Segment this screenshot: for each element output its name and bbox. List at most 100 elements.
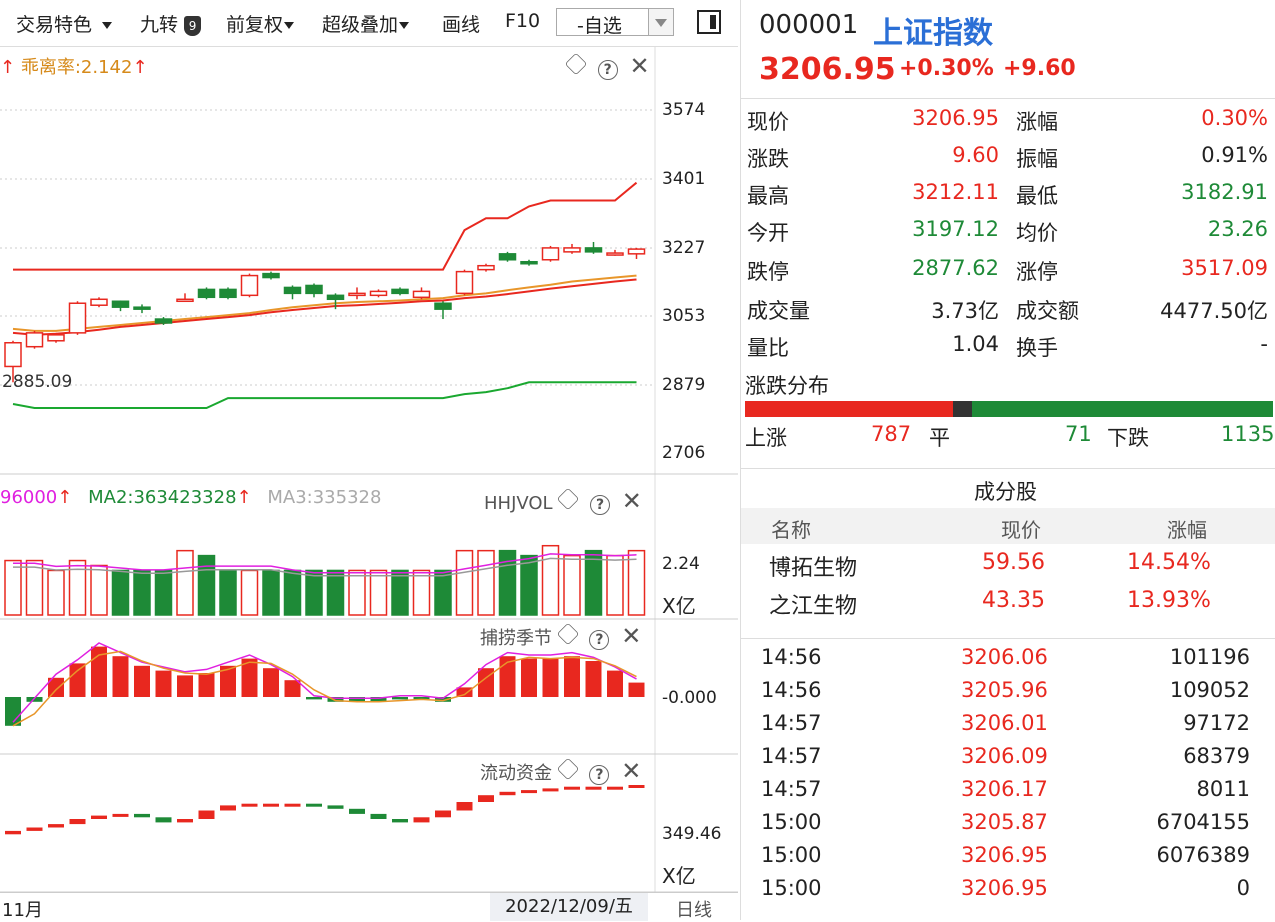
nine-badge-icon: 9 bbox=[184, 15, 202, 36]
fuquan-label: 前复权 bbox=[226, 14, 284, 36]
settings-icon[interactable] bbox=[556, 622, 580, 646]
volume-bar bbox=[584, 549, 603, 616]
panel-layout-icon[interactable] bbox=[697, 10, 721, 34]
close-icon[interactable]: ✕ bbox=[621, 622, 641, 650]
help-icon[interactable]: ? bbox=[590, 495, 611, 515]
season-panel-controls: 捕捞季节 ? ✕ bbox=[480, 622, 641, 650]
col-name[interactable]: 名称 bbox=[771, 514, 811, 543]
quote-value: 4477.50亿 bbox=[1160, 299, 1268, 323]
candle-body bbox=[154, 318, 173, 324]
fuquan-menu[interactable]: 前复权 bbox=[226, 10, 295, 37]
stock-name[interactable]: 上证指数 bbox=[873, 8, 993, 52]
flow-indicator-name[interactable]: 流动资金 bbox=[480, 763, 552, 784]
help-icon[interactable]: ? bbox=[589, 630, 610, 650]
quote-label: 现价 bbox=[747, 110, 789, 134]
col-pct[interactable]: 涨幅 bbox=[1167, 514, 1207, 543]
tick-time: 14:57 bbox=[761, 744, 822, 768]
dist-bar bbox=[745, 401, 1273, 417]
flat-label: 平 bbox=[929, 426, 950, 450]
vol-indicator-name[interactable]: HHJVOL bbox=[484, 493, 553, 514]
candle-body bbox=[305, 284, 323, 295]
flow-bar bbox=[607, 786, 623, 790]
component-name[interactable]: 博拓生物 bbox=[769, 550, 857, 582]
trade-feature-menu[interactable]: 交易特色 bbox=[16, 10, 113, 37]
help-icon[interactable]: ? bbox=[597, 60, 618, 80]
arrow-up-icon: ↑ bbox=[57, 487, 73, 508]
tick-volume: 6076389 bbox=[1156, 843, 1250, 867]
volume-bar bbox=[154, 569, 173, 616]
tick-price: 3206.95 bbox=[961, 876, 1048, 900]
candle-body bbox=[4, 342, 22, 368]
quote-label: 最低 bbox=[1016, 184, 1058, 208]
quote-value: - bbox=[1260, 332, 1268, 356]
chart-toolbar: 交易特色 九转 9 前复权 超级叠加 画线 F10 -自选 bbox=[0, 0, 738, 47]
period-label[interactable]: 日线 bbox=[676, 896, 712, 922]
y-label: 2.24 bbox=[662, 554, 700, 574]
season-bar bbox=[134, 665, 150, 697]
main-panel-controls: ? ✕ bbox=[564, 52, 650, 80]
zixuan-select[interactable]: -自选 bbox=[556, 8, 674, 37]
volume-bar bbox=[90, 564, 108, 616]
quote-label: 换手 bbox=[1016, 336, 1058, 360]
f10-button[interactable]: F10 bbox=[505, 10, 540, 32]
close-icon[interactable]: ✕ bbox=[621, 757, 641, 785]
tick-time: 15:00 bbox=[761, 810, 822, 834]
up-count: 787 bbox=[871, 422, 912, 446]
season-bar bbox=[628, 682, 645, 697]
components-header: 名称 现价 涨幅 bbox=[741, 508, 1275, 544]
close-icon[interactable]: ✕ bbox=[629, 52, 649, 80]
volume-bar bbox=[563, 554, 581, 616]
flow-bar bbox=[48, 824, 64, 828]
close-icon[interactable]: ✕ bbox=[622, 487, 642, 515]
settings-icon[interactable] bbox=[556, 757, 580, 781]
settings-icon[interactable] bbox=[564, 52, 588, 76]
components-title: 成分股 bbox=[974, 480, 1037, 504]
candle-body bbox=[47, 334, 65, 342]
flow-bar bbox=[628, 785, 645, 788]
divider bbox=[741, 638, 1275, 639]
quote-value: 3182.91 bbox=[1181, 180, 1268, 204]
chevron-down-icon bbox=[284, 22, 295, 29]
component-price: 59.56 bbox=[982, 550, 1045, 575]
draw-button[interactable]: 画线 bbox=[442, 10, 480, 37]
season-bar bbox=[542, 658, 559, 697]
help-icon[interactable]: ? bbox=[589, 765, 610, 785]
season-indicator-name[interactable]: 捕捞季节 bbox=[480, 628, 552, 649]
tick-price: 3206.01 bbox=[961, 711, 1048, 735]
overlay-label: 超级叠加 bbox=[322, 14, 399, 36]
settings-icon[interactable] bbox=[556, 487, 580, 511]
volume-bar bbox=[627, 549, 646, 616]
y-label: 2706 bbox=[662, 443, 706, 463]
dist-up-segment bbox=[745, 401, 953, 417]
tick-time: 14:56 bbox=[761, 678, 822, 702]
candle-body bbox=[283, 286, 302, 295]
jiuzhuan-button[interactable]: 九转 9 bbox=[140, 10, 202, 37]
quote-label: 均价 bbox=[1016, 221, 1058, 245]
time-axis-bar: 11月 2022/12/09/五 日线 bbox=[0, 892, 738, 921]
flow-bar bbox=[585, 786, 602, 790]
overlay-menu[interactable]: 超级叠加 bbox=[322, 10, 410, 37]
season-bar bbox=[263, 668, 279, 697]
flow-bar bbox=[112, 813, 129, 817]
arrow-up-icon: ↑ bbox=[236, 487, 252, 508]
candlesticks bbox=[4, 241, 646, 383]
season-bar bbox=[177, 675, 193, 697]
component-name[interactable]: 之江生物 bbox=[769, 588, 857, 620]
dropdown-arrow-icon[interactable] bbox=[648, 9, 673, 35]
tick-volume: 8011 bbox=[1196, 777, 1250, 801]
quote-value: 23.26 bbox=[1207, 217, 1268, 241]
tick-price: 3206.17 bbox=[961, 777, 1048, 801]
season-bar bbox=[155, 670, 172, 697]
candle-body bbox=[391, 288, 409, 295]
flow-panel-controls: 流动资金 ? ✕ bbox=[480, 757, 641, 785]
y-label: 3401 bbox=[662, 169, 706, 189]
quote-label: 今开 bbox=[747, 221, 789, 245]
quote-value: 3197.12 bbox=[912, 217, 999, 241]
quote-value: 3212.11 bbox=[912, 180, 999, 204]
col-price[interactable]: 现价 bbox=[1001, 514, 1041, 543]
quote-label: 涨停 bbox=[1016, 260, 1058, 284]
tick-time: 15:00 bbox=[761, 876, 822, 900]
change-value: +9.60 bbox=[1003, 56, 1076, 81]
tick-price: 3206.09 bbox=[961, 744, 1048, 768]
volume-bar bbox=[455, 549, 474, 616]
